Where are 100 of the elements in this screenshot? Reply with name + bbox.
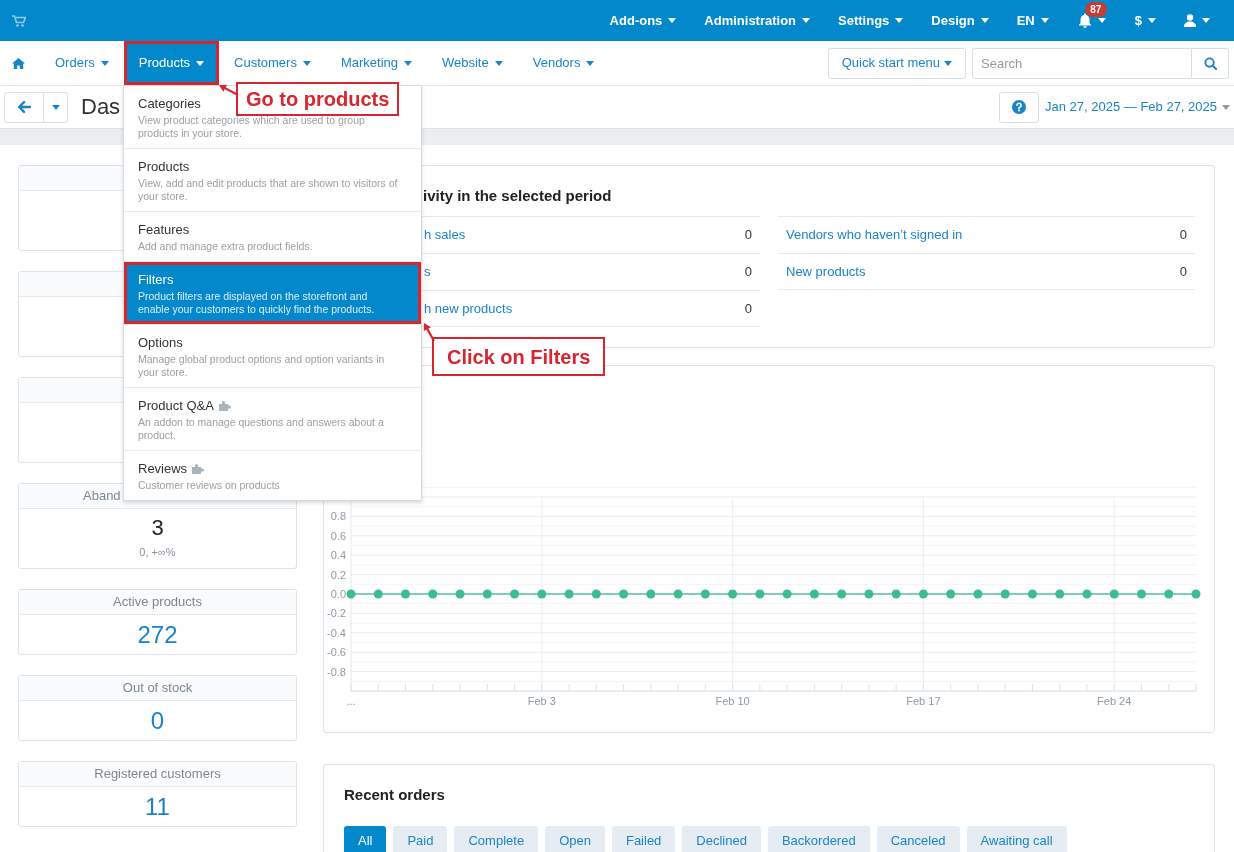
caret-icon [1202,18,1210,23]
activity-count: 0 [1179,226,1187,245]
axis-label: 0.0 [330,588,346,600]
data-point [646,589,656,599]
data-point [973,589,983,599]
top-menu-item[interactable]: Design [917,0,1003,41]
data-point [918,589,928,599]
data-point [864,589,874,599]
date-range-picker[interactable]: Jan 27, 2025 — Feb 27, 2025 [1045,97,1230,117]
axis-label: 0.2 [330,568,346,581]
caret-icon [51,104,60,110]
order-status-tab[interactable]: Backordered [767,826,870,852]
arrow-left-icon [17,101,31,113]
data-point [619,589,629,599]
data-point [564,589,574,599]
user-icon [1184,14,1196,27]
menu-item[interactable]: Reviews Customer reviews on products [124,450,421,500]
axis-label: 0.6 [330,529,346,542]
nav-tab[interactable]: Website [427,41,518,85]
axis-label: ... [346,695,356,707]
stat-value[interactable]: 11 [145,792,170,821]
menu-item-description: An addon to manage questions and answers about a product. [138,416,385,442]
top-menu-item[interactable]: Settings [824,0,918,41]
nav-tab[interactable]: Products [123,41,220,85]
data-point [1082,589,1092,599]
data-point [428,589,438,599]
menu-item[interactable]: Features Add and manage extra product fields. [124,211,421,261]
history-dropdown-button[interactable] [44,91,68,123]
menu-item-description: Customer reviews on products [138,479,281,492]
order-status-tab[interactable]: Canceled [876,826,960,852]
caret-icon [980,18,989,23]
stat-value[interactable]: 0 [150,706,165,735]
order-status-tab[interactable]: Declined [682,826,761,852]
nav-tab[interactable]: Orders [40,41,124,85]
quick-start-menu-button[interactable]: Quick start menu [827,47,966,79]
section-title: Recent orders [344,785,446,805]
data-point [346,589,356,599]
stat-card-title: Active products [113,593,202,612]
search-icon [1203,56,1217,70]
caret-icon [668,18,677,23]
order-status-tab[interactable]: Failed [611,826,676,852]
caret-icon [1222,104,1230,110]
activity-link[interactable]: h new products [424,298,513,319]
data-point [401,589,410,599]
stat-value[interactable]: 272 [137,620,178,649]
activity-link[interactable]: h sales [424,225,466,245]
activity-link[interactable]: s [424,262,431,282]
order-status-tab[interactable]: Complete [454,826,539,852]
menu-item-description: View product categories which are used to group products in your store. [138,114,366,140]
order-status-tab[interactable]: Paid [393,826,448,852]
search-field[interactable]: Search [972,47,1192,79]
bell-icon [1077,13,1092,28]
menu-item[interactable]: Products View, add and edit products that are shown to visitors of your store. [124,148,421,211]
menu-item-description: Product filters are displayed on the storefront and enable your customers to quickly find the products. [138,290,376,316]
home-icon [12,57,25,69]
nav-tab[interactable]: Vendors [517,41,610,85]
activity-link[interactable]: New products [786,261,866,282]
caret-icon [494,60,503,66]
menu-item[interactable]: Filters Product filters are displayed on the storefront and enable your customers to quickly find the products. [124,261,421,324]
caret-icon [100,60,109,66]
caret-icon [196,60,205,66]
callout-label: Click on Filters [432,337,606,376]
caret-icon [586,60,595,66]
top-menu-item[interactable]: EN [1002,0,1063,41]
data-point [700,589,710,599]
data-point [728,589,738,599]
question-circle-icon [1012,100,1026,114]
currency-menu[interactable]: $ [1120,0,1170,41]
data-point [1055,589,1065,599]
menu-item[interactable]: Options Manage global product options and option variants in your store. [124,324,421,387]
help-button[interactable] [999,91,1039,123]
caret-icon [1040,18,1049,23]
back-button[interactable] [4,91,44,123]
notification-badge: 87 [1084,2,1107,17]
order-status-tab[interactable]: All [344,826,387,852]
top-menu-item[interactable]: Administration [690,0,825,41]
axis-label: 0.8 [330,510,346,523]
data-point [510,589,520,599]
data-point [1191,589,1201,599]
callout-label: Go to products [236,82,400,116]
data-point [373,589,383,599]
data-point [1000,589,1010,599]
stat-card-title: Aband [83,487,121,506]
data-point [755,589,765,599]
page-title: Das [81,93,121,121]
top-menu-item[interactable]: Add-ons [595,0,691,41]
order-status-tab[interactable]: Awaiting call [966,826,1067,852]
nav-tab[interactable]: Customers [219,41,326,85]
data-point [1027,589,1037,599]
search-button[interactable] [1192,47,1229,79]
cart-icon[interactable] [12,14,26,27]
axis-label: Feb 24 [1097,695,1132,707]
menu-item[interactable]: Product Q&A An addon to manage questions and answers about a product. [124,387,421,450]
notifications-button[interactable]: 87 [1062,0,1121,41]
nav-tab[interactable]: Marketing [325,41,427,85]
activity-link[interactable]: Vendors who haven’t signed in [786,225,963,245]
stat-card-title: Out of stock [122,679,193,698]
data-point [809,589,819,599]
order-status-tab[interactable]: Open [545,826,605,852]
data-point [482,589,492,599]
